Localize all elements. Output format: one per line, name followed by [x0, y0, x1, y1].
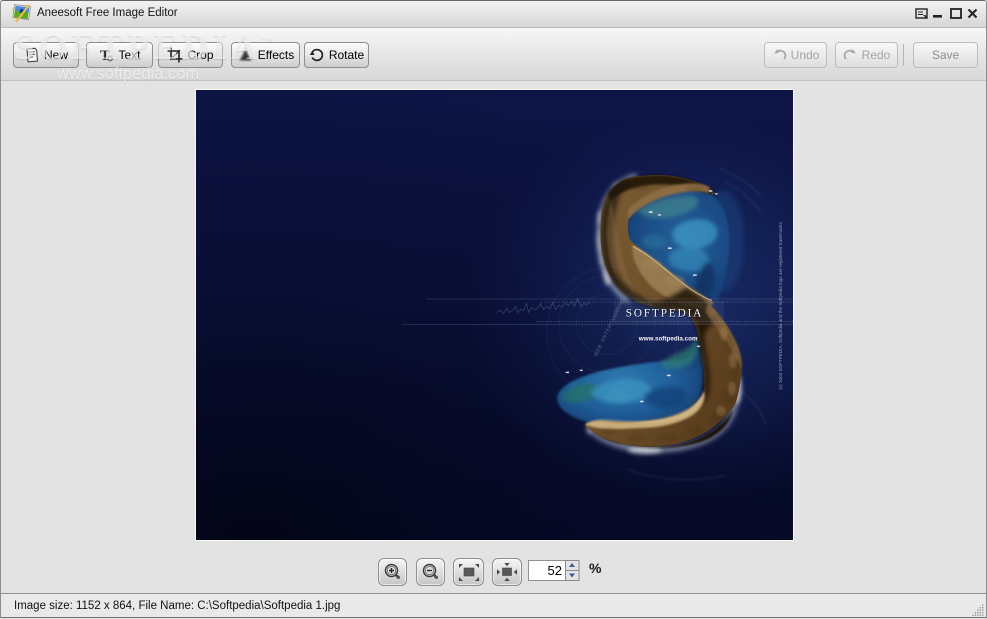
svg-text:www.softpedia.com: www.softpedia.com — [638, 336, 698, 343]
svg-text:(c) 2004 SOFTPEDIA. Softped: (c) 2004 SOFTPEDIA. Softpedia and the So… — [778, 221, 783, 390]
svg-text:SOFTPEDIA: SOFTPEDIA — [626, 308, 704, 320]
